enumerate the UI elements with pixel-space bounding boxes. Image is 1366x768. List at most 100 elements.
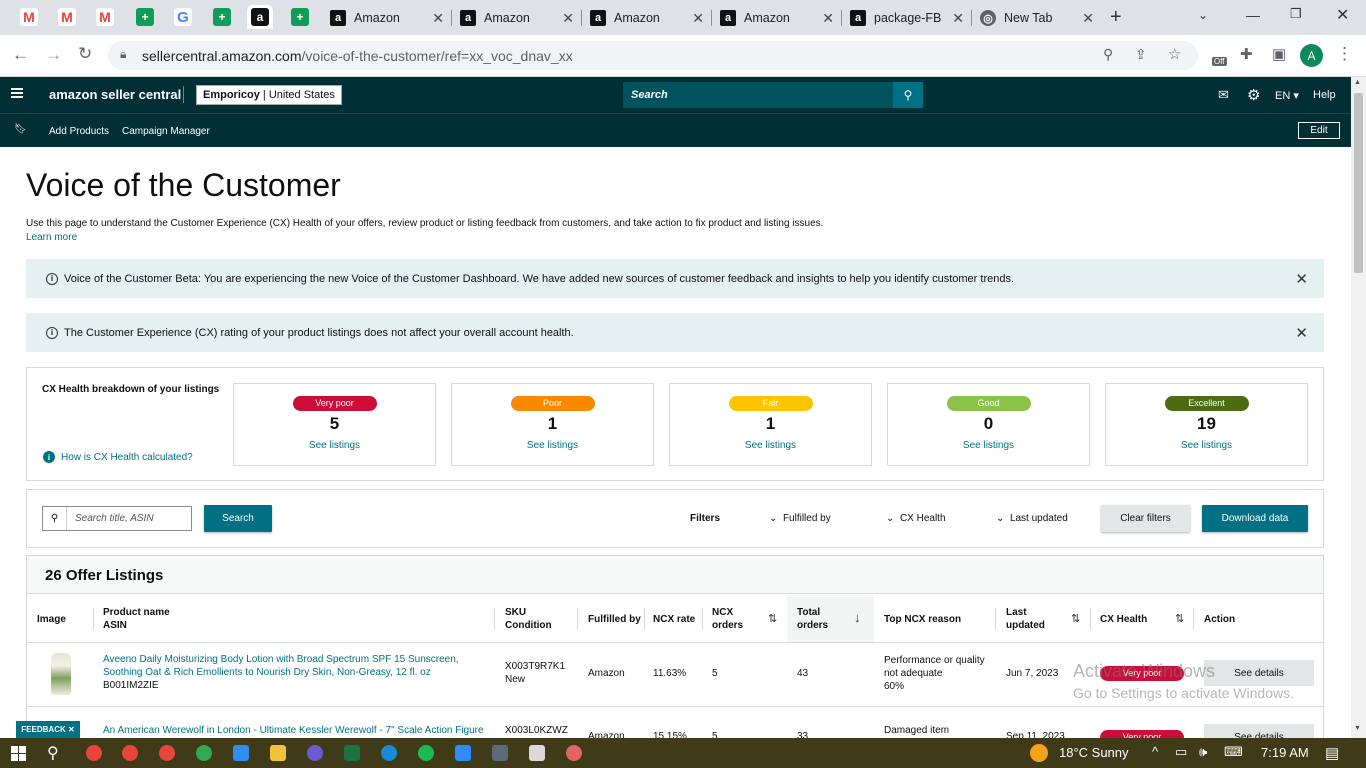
global-search-input[interactable]: Search: [623, 82, 893, 108]
close-icon[interactable]: ✕: [562, 10, 574, 27]
product-name-link[interactable]: An American Werewolf in London - Ultimat…: [103, 724, 484, 737]
scroll-down-icon[interactable]: ▼: [1354, 725, 1361, 732]
see-listings-link[interactable]: See listings: [1106, 440, 1307, 451]
col-top-ncx-reason[interactable]: Top NCX reason: [884, 596, 961, 642]
mail-icon[interactable]: ✉: [1218, 87, 1229, 103]
learn-more-link[interactable]: Learn more: [26, 232, 77, 243]
page-scrollbar[interactable]: ▲ ▼: [1351, 77, 1366, 738]
weather-sunny-icon[interactable]: [1030, 744, 1048, 762]
see-details-button[interactable]: See details: [1204, 660, 1314, 686]
edge-icon[interactable]: [381, 745, 397, 761]
amazon-pinned-tab-active[interactable]: a: [247, 5, 273, 29]
col-total-orders[interactable]: Total orders: [797, 596, 828, 642]
see-details-button[interactable]: See details: [1204, 724, 1314, 738]
keyboard-icon[interactable]: ⌨: [1224, 744, 1243, 760]
global-search-button[interactable]: ⚲: [893, 82, 923, 108]
close-icon[interactable]: ✕: [692, 10, 704, 27]
google-pinned-tab[interactable]: G: [170, 5, 196, 29]
sheets-pinned-tab[interactable]: +: [209, 5, 235, 29]
sort-icon[interactable]: ⇅: [1071, 612, 1080, 625]
volume-icon[interactable]: 🕪︎: [1199, 744, 1207, 760]
sheets-pinned-tab[interactable]: +: [132, 5, 158, 29]
product-name-link[interactable]: Aveeno Daily Moisturizing Body Lotion wi…: [103, 653, 459, 692]
see-listings-link[interactable]: See listings: [888, 440, 1089, 451]
zoom-icon[interactable]: ⚲: [1103, 46, 1113, 63]
chrome-icon[interactable]: [122, 745, 138, 761]
share-icon[interactable]: ⇪: [1135, 46, 1147, 63]
tray-chevron-icon[interactable]: ^: [1152, 744, 1158, 759]
chrome-icon[interactable]: [86, 745, 102, 761]
bookmark-icon[interactable]: 🔖︎: [14, 124, 27, 135]
app-icon[interactable]: [307, 745, 323, 761]
close-icon[interactable]: ✕: [1295, 324, 1308, 342]
col-cx-health[interactable]: CX Health: [1100, 596, 1147, 642]
network-icon[interactable]: ▭: [1175, 744, 1187, 760]
browser-tab[interactable]: a package-FB ✕: [844, 5, 972, 31]
calculator-icon[interactable]: [492, 745, 508, 761]
notepad-icon[interactable]: [529, 745, 545, 761]
global-search[interactable]: Search ⚲: [623, 82, 923, 108]
weather-text[interactable]: 18°C Sunny: [1059, 745, 1129, 760]
forward-icon[interactable]: →: [45, 45, 62, 65]
gmail-pinned-tab[interactable]: M: [54, 5, 80, 29]
windows-start-icon[interactable]: [11, 746, 26, 761]
bookmark-star-icon[interactable]: ☆: [1168, 45, 1181, 63]
browser-tab[interactable]: a Amazon ✕: [584, 5, 712, 31]
help-link[interactable]: Help: [1313, 89, 1336, 101]
puzzle-icon[interactable]: ✚: [1240, 45, 1253, 63]
see-listings-link[interactable]: See listings: [234, 440, 435, 451]
last-updated-filter[interactable]: ⌄ Last updated: [996, 513, 1068, 524]
app-icon[interactable]: [566, 745, 582, 761]
reload-icon[interactable]: ↻: [78, 44, 92, 64]
sort-icon[interactable]: ⇅: [768, 612, 777, 625]
close-icon[interactable]: ✕: [822, 10, 834, 27]
chrome-icon[interactable]: [159, 745, 175, 761]
menu-kebab-icon[interactable]: ⋮: [1336, 44, 1353, 64]
cx-health-filter[interactable]: ⌄ CX Health: [886, 513, 946, 524]
notifications-icon[interactable]: ▤: [1325, 744, 1339, 762]
side-panel-icon[interactable]: ▣: [1272, 45, 1286, 63]
language-selector[interactable]: EN ▾: [1275, 89, 1299, 102]
browser-tab[interactable]: a Amazon ✕: [714, 5, 842, 31]
download-data-button[interactable]: Download data: [1202, 505, 1308, 532]
fulfilled-by-filter[interactable]: ⌄ Fulfilled by: [769, 513, 831, 524]
col-last-updated[interactable]: Last updated: [1006, 596, 1045, 642]
feedback-tab[interactable]: FEEDBACK ✕: [16, 721, 80, 738]
app-icon[interactable]: [233, 745, 249, 761]
minimize-icon[interactable]: —: [1246, 7, 1260, 23]
window-close-icon[interactable]: ✕: [1336, 5, 1349, 25]
col-ncx-rate[interactable]: NCX rate: [653, 596, 695, 642]
nav-add-products[interactable]: Add Products: [49, 126, 109, 137]
col-sku[interactable]: SKU Condition: [505, 596, 552, 642]
col-fulfilled[interactable]: Fulfilled by: [588, 596, 641, 642]
listing-search-input[interactable]: ⚲ Search title, ASIN: [42, 506, 192, 531]
search-button[interactable]: Search: [204, 505, 272, 532]
clear-filters-button[interactable]: Clear filters: [1101, 505, 1190, 532]
see-listings-link[interactable]: See listings: [670, 440, 871, 451]
gmail-pinned-tab[interactable]: M: [16, 5, 42, 29]
see-listings-link[interactable]: See listings: [452, 440, 653, 451]
url-bar[interactable]: 🔒︎ sellercentral.amazon.com/voice-of-the…: [108, 41, 1198, 70]
search-icon[interactable]: ⚲: [47, 743, 59, 763]
browser-tab[interactable]: a Amazon ✕: [454, 5, 582, 31]
back-icon[interactable]: ←: [12, 45, 29, 65]
gear-icon[interactable]: ⚙: [1247, 86, 1260, 104]
close-icon[interactable]: ✕: [952, 10, 964, 27]
sort-down-arrow-icon[interactable]: ↓: [854, 610, 861, 625]
hamburger-menu-icon[interactable]: [11, 88, 23, 98]
extension-icon[interactable]: Off: [1210, 49, 1230, 69]
cx-how-link[interactable]: i How is CX Health calculated?: [43, 451, 193, 463]
profile-avatar[interactable]: A: [1300, 44, 1323, 67]
gmail-pinned-tab[interactable]: M: [92, 5, 118, 29]
tab-search-icon[interactable]: ⌄: [1198, 8, 1208, 22]
file-explorer-icon[interactable]: [270, 745, 286, 761]
spotify-icon[interactable]: [418, 745, 434, 761]
browser-tab[interactable]: a Amazon ✕: [324, 5, 452, 31]
seller-central-logo[interactable]: amazon seller central: [49, 87, 181, 102]
close-icon[interactable]: ✕: [432, 10, 444, 27]
store-selector[interactable]: Emporicoy | United States: [196, 85, 342, 105]
scroll-up-icon[interactable]: ▲: [1354, 79, 1361, 86]
excel-icon[interactable]: [344, 745, 360, 761]
close-icon[interactable]: ✕: [1082, 10, 1094, 27]
zoom-app-icon[interactable]: [455, 745, 471, 761]
